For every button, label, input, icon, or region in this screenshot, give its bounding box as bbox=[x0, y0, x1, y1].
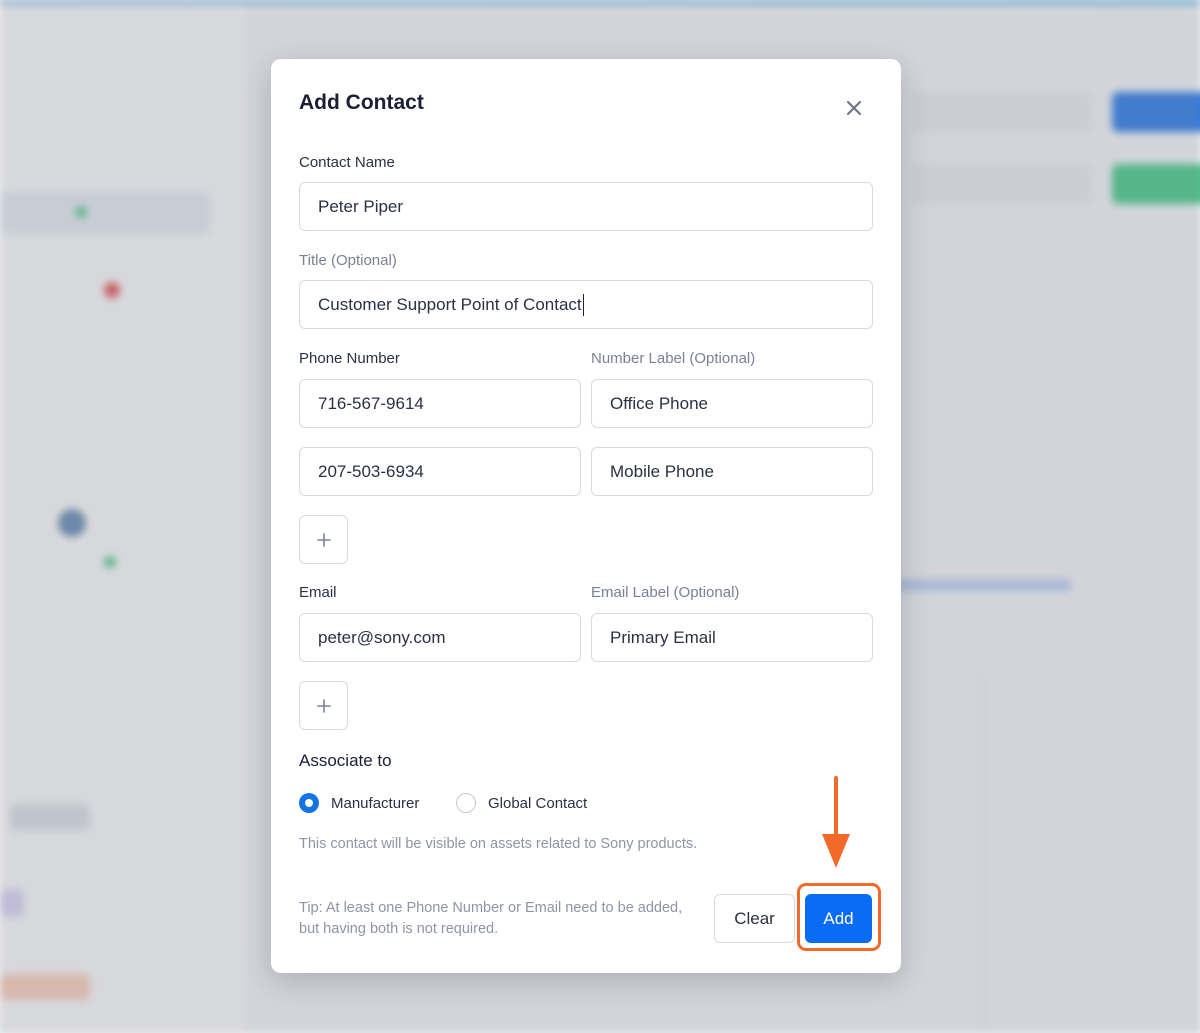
title-value: Customer Support Point of Contact bbox=[318, 294, 582, 314]
radio-unselected-icon[interactable] bbox=[456, 793, 476, 813]
associate-helper-text: This contact will be visible on assets r… bbox=[299, 836, 698, 852]
phone-number-label: Phone Number bbox=[299, 350, 400, 367]
radio-global-contact[interactable]: Global Contact bbox=[456, 793, 587, 813]
number-label-input[interactable]: Mobile Phone bbox=[591, 447, 873, 496]
add-phone-button[interactable] bbox=[299, 515, 348, 564]
phone-number-value: 207-503-6934 bbox=[318, 461, 424, 481]
number-label-value: Mobile Phone bbox=[610, 461, 714, 481]
number-label-input[interactable]: Office Phone bbox=[591, 379, 873, 428]
number-label-label: Number Label (Optional) bbox=[591, 350, 756, 367]
radio-selected-icon[interactable] bbox=[299, 793, 319, 813]
email-label-input[interactable]: Primary Email bbox=[591, 613, 873, 662]
radio-global-contact-label: Global Contact bbox=[488, 794, 588, 812]
contact-name-label: Contact Name bbox=[299, 154, 395, 171]
associate-to-title: Associate to bbox=[299, 751, 392, 770]
email-label-label: Email Label (Optional) bbox=[591, 584, 740, 601]
contact-name-value: Peter Piper bbox=[318, 196, 404, 216]
title-input[interactable]: Customer Support Point of Contact bbox=[299, 280, 873, 329]
radio-manufacturer-label: Manufacturer bbox=[331, 794, 420, 812]
add-contact-modal: Add Contact Contact Name Peter Piper Tit… bbox=[271, 59, 901, 973]
close-icon bbox=[847, 101, 861, 115]
phone-number-value: 716-567-9614 bbox=[318, 393, 424, 413]
clear-button[interactable]: Clear bbox=[714, 894, 795, 943]
plus-icon bbox=[316, 698, 331, 713]
close-button[interactable] bbox=[841, 95, 867, 121]
email-label-value: Primary Email bbox=[610, 627, 716, 647]
phone-number-input[interactable]: 207-503-6934 bbox=[299, 447, 581, 496]
radio-manufacturer[interactable]: Manufacturer bbox=[299, 793, 419, 813]
annotation-highlight bbox=[797, 883, 881, 951]
phone-number-input[interactable]: 716-567-9614 bbox=[299, 379, 581, 428]
tip-text: Tip: At least one Phone Number or Email … bbox=[299, 900, 683, 937]
email-value: peter@sony.com bbox=[318, 627, 446, 647]
text-cursor bbox=[582, 293, 584, 316]
number-label-value: Office Phone bbox=[610, 393, 708, 413]
title-label: Title (Optional) bbox=[299, 252, 397, 269]
annotation-arrow-icon bbox=[822, 776, 850, 868]
contact-name-input[interactable]: Peter Piper bbox=[299, 182, 873, 231]
modal-title: Add Contact bbox=[299, 91, 424, 114]
plus-icon bbox=[316, 532, 331, 547]
add-email-button[interactable] bbox=[299, 681, 348, 730]
email-input[interactable]: peter@sony.com bbox=[299, 613, 581, 662]
email-label: Email bbox=[299, 584, 337, 601]
